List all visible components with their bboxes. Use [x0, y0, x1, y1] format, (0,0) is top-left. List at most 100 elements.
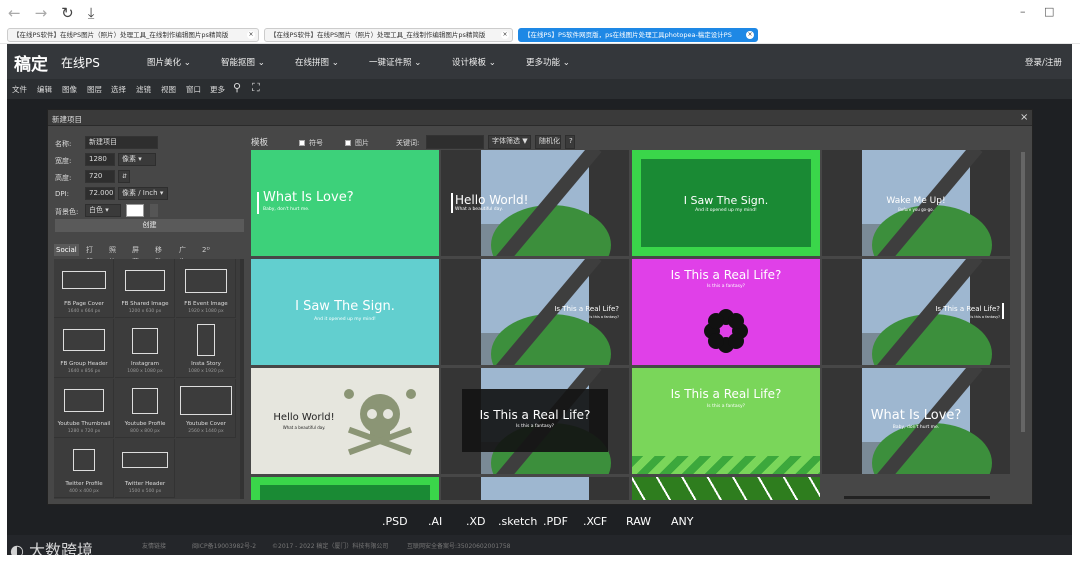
close-icon[interactable]: × [746, 31, 754, 39]
bg-value: 白色 [89, 206, 103, 214]
preset-item[interactable]: Twitter Profile 400 x 400 px [54, 439, 114, 498]
browser-tab-active[interactable]: 【在线PS】PS软件网页版，ps在线图片处理工具photopea-稿定设计PS × [518, 28, 758, 42]
menu-select[interactable]: 选择 [111, 84, 126, 95]
reload-icon[interactable]: ↻ [61, 4, 74, 22]
site-subtitle: 在线PS [61, 56, 100, 70]
preset-item[interactable]: FB Page Cover 1640 x 664 px [54, 259, 114, 318]
bg-select[interactable]: 白色 ▾ [85, 204, 121, 217]
template-tile[interactable]: Is This a Real Life? Is this a fantasy? [822, 259, 1010, 365]
preset-item[interactable]: Youtube Thumbnail 1280 x 720 px [54, 379, 114, 438]
close-icon[interactable]: × [1020, 112, 1028, 123]
template-tile[interactable]: I Saw The Sign. And it opened up my mind… [251, 259, 439, 365]
images-checkbox[interactable] [345, 140, 351, 146]
menu-item[interactable]: 智能抠图 ⌄ [221, 56, 265, 68]
menu-item[interactable]: 设计模板 ⌄ [452, 56, 496, 68]
site-header: 稿定 在线PS 图片美化 ⌄ 智能抠图 ⌄ 在线拼图 ⌄ 一键证件照 ⌄ 设计模… [7, 44, 1072, 79]
template-tile[interactable] [441, 477, 629, 500]
browser-toolbar: ← → ↻ ⤓ – □ [0, 0, 1080, 26]
bg-alpha-toggle[interactable] [150, 204, 158, 217]
template-tile[interactable] [251, 477, 439, 500]
template-tile[interactable]: Wake Me Up! Before you go-go. [822, 150, 1010, 256]
menu-view[interactable]: 视图 [161, 84, 176, 95]
template-tile[interactable] [632, 477, 820, 500]
tab-social[interactable]: Social [54, 244, 79, 256]
preset-item[interactable]: Youtube Profile 800 x 800 px [115, 379, 175, 438]
menu-item[interactable]: 图片美化 ⌄ [147, 56, 191, 68]
preset-size: 1640 x 856 px [67, 369, 101, 374]
template-tile[interactable]: Hello World! What a beautiful day. [251, 368, 439, 474]
template-tile[interactable]: Is This a Real Life? Is this a fantasy? [632, 259, 820, 365]
preset-item[interactable]: FB Shared Image 1200 x 630 px [115, 259, 175, 318]
preset-item[interactable]: Youtube Cover 2560 x 1440 px [176, 379, 236, 438]
font-filter-select[interactable]: 字体筛选 ▼ [488, 135, 531, 149]
forward-icon[interactable]: → [35, 4, 48, 22]
name-input[interactable]: 新建项目 [85, 136, 158, 149]
keyword-input[interactable] [426, 135, 484, 149]
width-unit-select[interactable]: 像素 ▾ [118, 153, 156, 166]
menu-image[interactable]: 图像 [62, 84, 77, 95]
menu-item[interactable]: 一键证件照 ⌄ [369, 56, 421, 68]
tab-2d[interactable]: 2ᴰ [200, 244, 212, 256]
template-tile[interactable]: Hello World! What a beautiful day. [441, 150, 629, 256]
menu-edit[interactable]: 编辑 [37, 84, 52, 95]
footer-links[interactable]: 友情链接 [142, 541, 166, 550]
back-icon[interactable]: ← [8, 4, 21, 22]
browser-tab[interactable]: 【在线PS软件】在线PS图片（照片）处理工具_在线制作编辑图片ps精简版 × [7, 28, 259, 42]
height-label: 高度: [55, 174, 72, 182]
template-subtitle: Is this a fantasy? [515, 424, 555, 429]
preset-item[interactable]: FB Group Header 1640 x 856 px [54, 319, 114, 378]
download-icon[interactable]: ⤓ [88, 4, 95, 22]
watermark-text: 大数跨境 [29, 541, 94, 560]
template-scrollbar[interactable] [1021, 152, 1025, 432]
footer-icp[interactable]: 闽ICP备19003982号-2 [192, 541, 256, 550]
preset-shape [131, 328, 158, 354]
preset-item[interactable]: Twitter Header 1500 x 500 px [115, 439, 175, 498]
preset-shape [184, 269, 227, 293]
browser-tabs: 【在线PS软件】在线PS图片（照片）处理工具_在线制作编辑图片ps精简版 × 【在… [0, 26, 1080, 44]
template-tile[interactable]: I Saw The Sign. And it opened up my mind… [632, 150, 820, 256]
menu-filter[interactable]: 滤镜 [136, 84, 151, 95]
images-label: 图片 [355, 139, 369, 147]
preset-shape [61, 271, 106, 289]
menu-window[interactable]: 窗口 [186, 84, 201, 95]
template-subtitle: Before you go-go. [898, 207, 934, 212]
random-button[interactable]: 随机化 [535, 135, 561, 149]
preset-grid: FB Page Cover 1640 x 664 px FB Shared Ima… [54, 259, 244, 499]
menu-layer[interactable]: 图层 [87, 84, 102, 95]
menu-item[interactable]: 在线拼图 ⌄ [295, 56, 339, 68]
link-icon[interactable]: ⇵ [118, 170, 130, 183]
minimize-icon[interactable]: – [1020, 5, 1026, 18]
browser-tab[interactable]: 【在线PS软件】在线PS图片（照片）处理工具_在线制作编辑图片ps精简版 × [264, 28, 513, 42]
format-label: ANY [671, 515, 694, 528]
menu-label: 更多功能 [526, 58, 561, 68]
symbols-checkbox[interactable] [299, 140, 305, 146]
close-icon[interactable]: × [247, 31, 255, 39]
menu-more[interactable]: 更多 [210, 84, 225, 95]
footer-police[interactable]: 互联网安全备案号:35020602001758 [407, 541, 510, 550]
width-input[interactable]: 1280 [85, 153, 115, 166]
fullscreen-icon[interactable]: ⛶ [252, 81, 260, 95]
preset-item[interactable]: Instagram 1080 x 1080 px [115, 319, 175, 378]
template-tile[interactable]: Is This a Real Life? Is this a fantasy? [441, 368, 629, 474]
maximize-icon[interactable]: □ [1044, 5, 1054, 18]
search-icon[interactable]: ⚲ [233, 81, 241, 94]
bg-color-swatch[interactable] [126, 204, 144, 217]
template-tile[interactable]: What Is Love? Baby, don't hurt me. [822, 368, 1010, 474]
preset-item[interactable]: Insta Story 1080 x 1920 px [176, 319, 236, 378]
preset-scrollbar[interactable] [240, 259, 244, 499]
help-button[interactable]: ? [565, 135, 575, 149]
login-link[interactable]: 登录/注册 [1025, 56, 1062, 68]
template-tile[interactable]: Is This a Real Life? Is this a fantasy? [441, 259, 629, 365]
preset-item[interactable]: FB Event Image 1920 x 1080 px [176, 259, 236, 318]
menu-file[interactable]: 文件 [12, 84, 27, 95]
dpi-input[interactable]: 72.000 [85, 187, 115, 200]
create-button[interactable]: 创建 [55, 219, 244, 232]
height-input[interactable]: 720 [85, 170, 115, 183]
menu-item[interactable]: 更多功能 ⌄ [526, 56, 570, 68]
template-tile[interactable]: Is This a Real Life? Is this a fantasy? [632, 368, 820, 474]
logo[interactable]: 稿定 [14, 50, 48, 75]
close-icon[interactable]: × [501, 31, 509, 39]
template-tile[interactable]: What Is Love? Baby, don't hurt me. [251, 150, 439, 256]
dpi-unit-select[interactable]: 像素 / Inch ▾ [118, 187, 168, 200]
tab-label: 【在线PS软件】在线PS图片（照片）处理工具_在线制作编辑图片ps精简版 [270, 31, 486, 39]
